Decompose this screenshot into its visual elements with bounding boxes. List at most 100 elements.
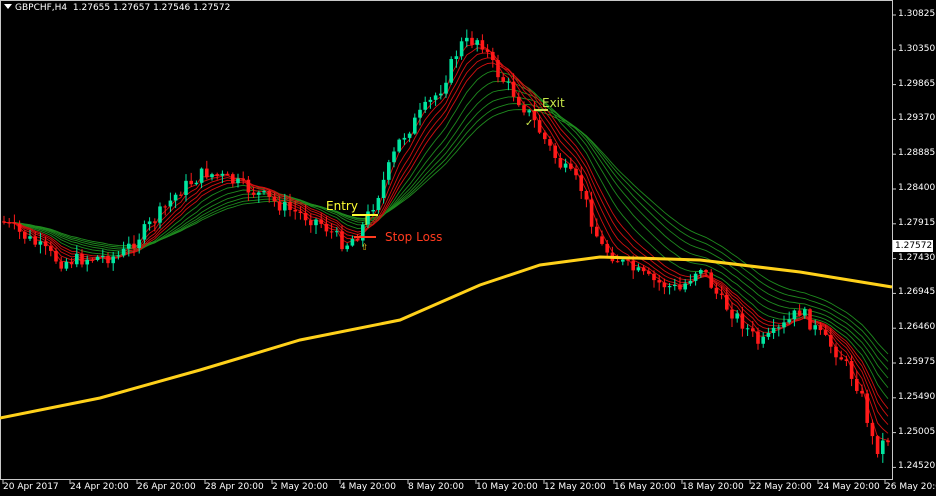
bull-candle [199, 168, 204, 183]
bear-candle [215, 174, 219, 176]
time-tick-label: 20 Apr 2017 [3, 482, 59, 492]
bull-candle [777, 327, 781, 329]
symbol-label: GBPCHF,H4 [15, 3, 68, 13]
bear-candle [225, 173, 230, 175]
time-tick-label: 4 May 20:00 [340, 482, 396, 492]
bear-candle [189, 180, 193, 185]
bull-candle [345, 245, 349, 250]
bear-candle [725, 294, 729, 310]
bull-candle [236, 178, 240, 184]
bear-candle [558, 157, 563, 168]
bull-candle [407, 133, 412, 138]
bull-candle [397, 139, 401, 152]
bull-candle [688, 280, 693, 284]
price-tick-label: 1.30825 [898, 9, 936, 19]
bear-candle [751, 328, 755, 332]
bear-candle [17, 223, 22, 232]
chart-header: GBPCHF,H4 1.27655 1.27657 1.27546 1.2757… [4, 3, 230, 13]
bear-candle [179, 194, 183, 196]
collapse-triangle-icon[interactable] [4, 4, 12, 9]
bull-candle [147, 221, 152, 225]
bear-candle [652, 273, 656, 281]
bear-candle [319, 219, 323, 224]
bull-candle [366, 211, 370, 225]
time-tick-label: 26 Apr 20:00 [137, 482, 196, 492]
bear-candle [855, 378, 859, 391]
time-tick-label: 12 May 20:00 [544, 482, 606, 492]
bear-candle [69, 261, 74, 265]
bull-candle [735, 313, 739, 319]
bear-candle [288, 202, 292, 210]
bear-candle [251, 192, 256, 195]
bear-candle [834, 346, 838, 358]
bull-candle [158, 206, 162, 223]
bear-candle [340, 231, 344, 250]
bear-candle [589, 199, 594, 227]
price-tick-label: 1.25975 [898, 357, 936, 367]
bear-candle [324, 223, 329, 232]
price-tick-label: 1.26945 [898, 287, 936, 298]
time-tick-label: 2 May 20:00 [272, 482, 328, 492]
bull-candle [335, 231, 339, 233]
bear-candle [298, 211, 303, 213]
bull-candle [210, 174, 214, 178]
bear-candle [303, 212, 308, 221]
bull-candle [350, 238, 355, 246]
bear-candle [522, 105, 526, 113]
bear-candle [740, 313, 745, 329]
bear-candle [886, 440, 890, 443]
bull-candle [142, 224, 147, 240]
bear-candle [59, 261, 63, 269]
price-tick-label: 1.25490 [898, 391, 936, 402]
bear-candle [2, 221, 6, 223]
bull-candle [116, 255, 121, 257]
bear-candle [80, 253, 84, 265]
bull-candle [428, 99, 433, 102]
bull-candle [459, 41, 464, 57]
bear-candle [579, 175, 583, 191]
bull-candle [782, 322, 786, 328]
bear-candle [496, 60, 500, 78]
bear-candle [163, 206, 167, 208]
bull-candle [475, 40, 479, 45]
bull-candle [792, 310, 797, 320]
price-tick-label: 1.30350 [898, 43, 936, 54]
bear-candle [797, 310, 802, 316]
bear-candle [569, 163, 573, 169]
bull-candle [168, 200, 173, 207]
bear-candle [626, 259, 630, 261]
bull-candle [392, 151, 396, 163]
bear-candle [600, 236, 604, 244]
bear-candle [246, 179, 251, 193]
bull-candle [137, 239, 141, 249]
price-chart[interactable]: ✓ ⇧ [0, 0, 936, 496]
bear-candle [309, 220, 313, 226]
bull-candle [621, 259, 625, 262]
bull-candle [257, 192, 261, 195]
bull-candle [64, 261, 69, 269]
bull-candle [506, 81, 511, 83]
bull-candle [439, 93, 443, 96]
bear-candle [517, 96, 521, 106]
bear-candle [829, 334, 833, 347]
price-tick-label: 1.24520 [898, 461, 936, 472]
bull-candle [194, 182, 199, 185]
bear-candle [808, 309, 812, 330]
bear-candle [548, 139, 552, 146]
bear-candle [657, 280, 661, 283]
bear-candle [480, 40, 485, 50]
bear-candle [153, 221, 157, 223]
bull-candle [173, 194, 178, 201]
bear-candle [501, 77, 505, 82]
bull-candle [376, 197, 381, 210]
bull-candle [283, 202, 287, 211]
bear-candle [485, 49, 490, 52]
bull-candle [563, 163, 568, 168]
bear-candle [818, 325, 823, 331]
bear-candle [631, 260, 635, 271]
bull-candle [220, 173, 225, 176]
bear-candle [491, 51, 495, 61]
bear-candle [875, 436, 880, 455]
exit-label: Exit [542, 96, 565, 110]
bull-candle [75, 253, 79, 265]
